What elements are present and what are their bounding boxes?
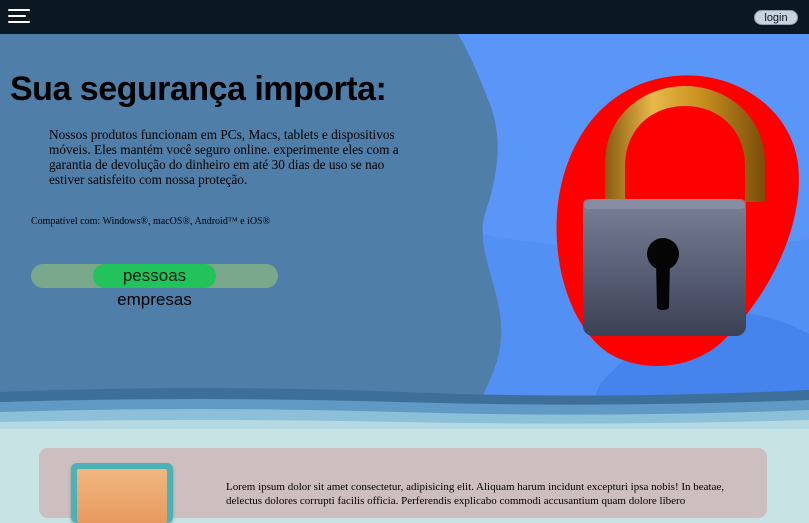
hamburger-menu-icon[interactable] [8, 9, 32, 25]
toggle-option-pessoas[interactable]: pessoas [93, 264, 216, 288]
hero-section: Sua segurança importa: Nossos produtos f… [0, 34, 809, 434]
hero-title: Sua segurança importa: [10, 70, 387, 108]
hero-description: Nossos produtos funcionam em PCs, Macs, … [49, 127, 399, 187]
content-card: Lorem ipsum dolor sit amet consectetur, … [39, 448, 767, 523]
card-thumbnail [71, 463, 173, 523]
top-bar: login [0, 0, 809, 34]
compatibility-note: Compatível com: Windows®, macOS®, Androi… [31, 216, 271, 227]
padlock-illustration [556, 75, 799, 367]
toggle-option-empresas[interactable]: empresas [93, 290, 216, 310]
login-button[interactable]: login [754, 10, 798, 25]
thumbnail-image [77, 469, 167, 523]
